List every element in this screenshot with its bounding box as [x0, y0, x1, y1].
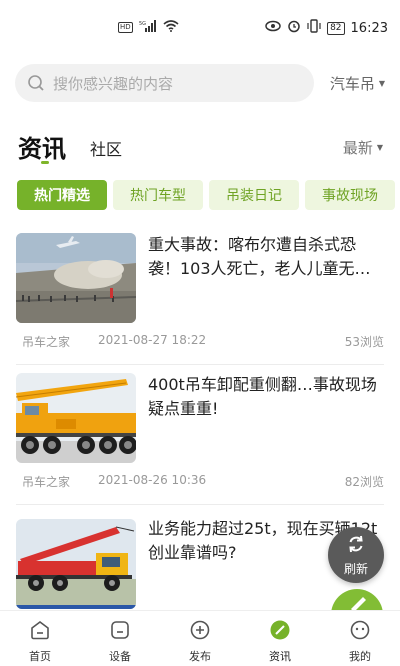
nav-label: 发布: [189, 650, 211, 663]
nav-label: 我的: [349, 650, 371, 663]
status-right: 82 16:23: [265, 19, 388, 37]
search-icon: [27, 74, 45, 92]
refresh-button[interactable]: 刷新: [328, 527, 384, 583]
nav-news[interactable]: 资讯: [240, 611, 320, 666]
search-input[interactable]: 搜你感兴趣的内容: [15, 64, 314, 102]
eye-icon: [265, 20, 281, 36]
nav-label: 资讯: [269, 650, 291, 663]
refresh-icon: [346, 534, 366, 558]
home-icon: [29, 619, 51, 645]
signal-5g-icon: 5G: [139, 20, 157, 35]
news-icon: [269, 619, 291, 645]
alarm-icon: [287, 19, 301, 37]
category-select-label: 汽车吊: [329, 75, 375, 93]
nav-publish[interactable]: 发布: [160, 611, 240, 666]
tab-active-indicator: [41, 161, 49, 164]
news-views: 53浏览: [344, 335, 384, 349]
news-date: 2021-08-27 18:22: [98, 333, 207, 347]
nav-profile[interactable]: 我的: [320, 611, 400, 666]
news-thumbnail: [16, 373, 136, 463]
tab-news[interactable]: 资讯: [18, 129, 66, 164]
nav-label: 首页: [29, 650, 51, 663]
news-feed: 重大事故：喀布尔遭自杀式恐袭！103人死亡，老人儿童无… 吊车之家 2021-0…: [16, 225, 384, 645]
bottom-nav: 首页 设备 发布 资讯 我的: [0, 610, 400, 666]
svg-text:5G: 5G: [139, 21, 146, 27]
status-left: HD 5G: [118, 20, 179, 35]
news-source: 吊车之家: [22, 475, 71, 489]
profile-icon: [349, 619, 371, 645]
sort-select-label: 最新: [342, 139, 373, 157]
nav-label: 设备: [109, 650, 131, 663]
vibrate-icon: [307, 19, 321, 37]
chip-accident-scene[interactable]: 事故现场: [305, 180, 395, 210]
nav-home[interactable]: 首页: [0, 611, 80, 666]
wifi-icon: [163, 20, 179, 35]
nav-device[interactable]: 设备: [80, 611, 160, 666]
tab-community[interactable]: 社区: [90, 136, 122, 160]
news-views: 82浏览: [344, 475, 384, 489]
news-thumbnail: [16, 519, 136, 609]
news-source: 吊车之家: [22, 335, 71, 349]
search-row: 搜你感兴趣的内容 汽车吊 ▼: [15, 64, 395, 102]
clock: 16:23: [350, 20, 388, 36]
hd-icon: HD: [118, 22, 133, 33]
news-thumbnail: [16, 233, 136, 323]
chip-hot-models[interactable]: 热门车型: [113, 180, 203, 210]
sort-select[interactable]: 最新 ▼: [343, 137, 383, 158]
category-chips: 热门精选 热门车型 吊装日记 事故现场: [17, 180, 400, 210]
news-title: 400t吊车卸配重侧翻…事故现场疑点重重!: [148, 375, 377, 418]
main-tabs: 资讯 社区 最新 ▼: [18, 125, 383, 165]
news-title: 重大事故：喀布尔遭自杀式恐袭！103人死亡，老人儿童无…: [148, 235, 371, 278]
chip-hot-picks[interactable]: 热门精选: [17, 180, 107, 210]
list-item[interactable]: 400t吊车卸配重侧翻…事故现场疑点重重! 吊车之家 2021-08-26 10…: [16, 365, 384, 505]
caret-down-icon: ▼: [376, 143, 383, 152]
device-icon: [109, 619, 131, 645]
category-select[interactable]: 汽车吊 ▼: [330, 73, 385, 94]
news-date: 2021-08-26 10:36: [98, 473, 207, 487]
status-bar: HD 5G 82 16:23: [0, 0, 400, 58]
chip-lifting-diary[interactable]: 吊装日记: [209, 180, 299, 210]
battery-icon: 82: [327, 21, 345, 35]
plus-circle-icon: [189, 619, 211, 645]
search-placeholder: 搜你感兴趣的内容: [53, 75, 174, 93]
refresh-label: 刷新: [343, 561, 368, 576]
list-item[interactable]: 重大事故：喀布尔遭自杀式恐袭！103人死亡，老人儿童无… 吊车之家 2021-0…: [16, 225, 384, 365]
caret-down-icon: ▼: [378, 79, 385, 88]
